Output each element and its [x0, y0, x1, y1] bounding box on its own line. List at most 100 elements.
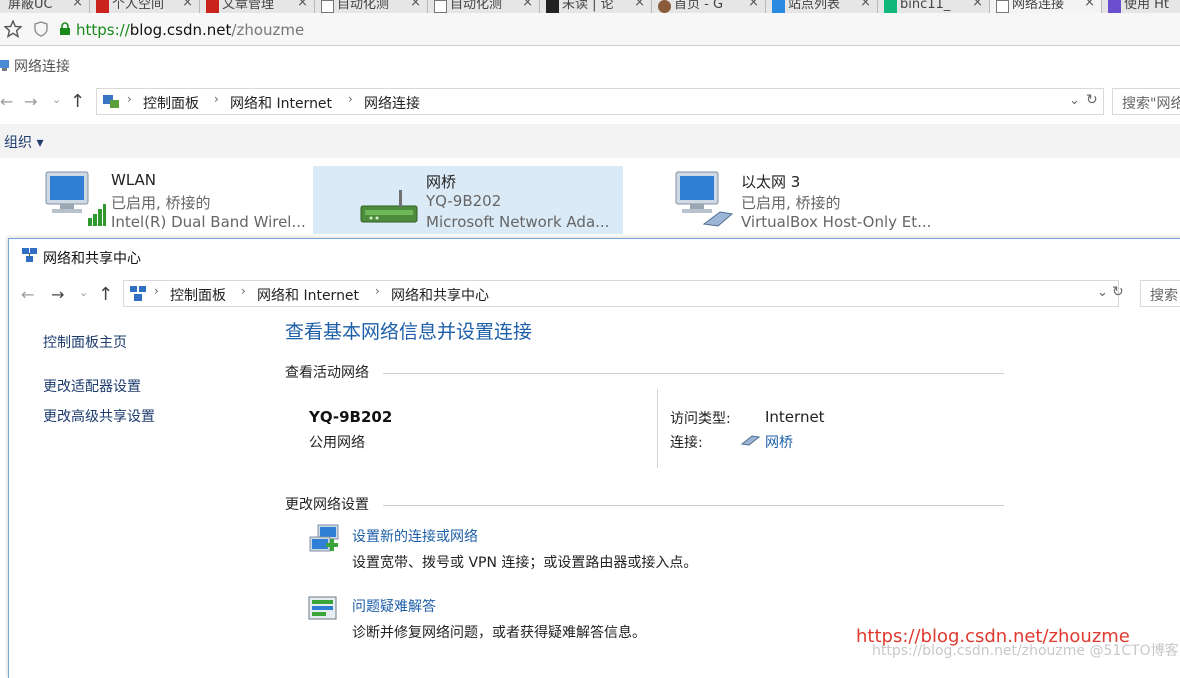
adapter-status: 已启用, 桥接的	[741, 194, 841, 212]
tab-close-icon[interactable]: ×	[860, 0, 871, 9]
sidebar-link-sharing-settings[interactable]: 更改高级共享设置	[43, 406, 155, 426]
adapter-item-bridge[interactable]: 网桥 YQ-9B202 Microsoft Network Ada...	[313, 166, 623, 234]
browser-tab[interactable]: 首页 - G ×	[652, 0, 766, 13]
tab-label: 未读 | 论	[562, 0, 614, 12]
breadcrumb-item[interactable]: 控制面板	[170, 285, 226, 305]
troubleshoot-link[interactable]: 问题疑难解答	[352, 596, 436, 616]
up-icon[interactable]: ↑	[70, 91, 85, 112]
tab-close-icon[interactable]: ×	[297, 0, 308, 9]
connection-bridge-link[interactable]: 网桥	[765, 432, 793, 452]
chevron-down-icon[interactable]: ⌄	[1069, 93, 1080, 108]
browser-tab[interactable]: binc11_ ×	[878, 0, 990, 13]
section-divider	[383, 373, 1004, 374]
network-folder-icon	[0, 60, 9, 71]
lock-icon	[60, 22, 70, 35]
network-type-link[interactable]: 公用网络	[309, 432, 365, 452]
sidebar-link-control-panel-home[interactable]: 控制面板主页	[43, 332, 127, 352]
organize-button[interactable]: 组织 ▾	[4, 132, 43, 152]
breadcrumb-separator[interactable]: ›	[348, 92, 353, 106]
kotlin-icon	[1108, 0, 1121, 13]
back-icon[interactable]: ←	[21, 285, 34, 304]
refresh-icon[interactable]: ↻	[1086, 92, 1098, 108]
tab-label: 自动化测	[450, 0, 503, 12]
recent-dropdown-icon[interactable]: ⌄	[79, 286, 88, 299]
access-type-label: 访问类型:	[670, 411, 731, 427]
chevron-down-icon[interactable]: ⌄	[1097, 285, 1108, 300]
adapter-name: 网桥	[426, 173, 457, 191]
breadcrumb-item[interactable]: 控制面板	[143, 93, 199, 113]
up-icon[interactable]: ↑	[98, 284, 113, 305]
page-icon	[996, 0, 1009, 13]
control-panel-icon	[130, 286, 146, 301]
tab-label: 网络连接	[1012, 0, 1065, 12]
breadcrumb[interactable]: › 控制面板 › 网络和 Internet › 网络连接 ⌄ ↻	[96, 88, 1104, 115]
setup-connection-link[interactable]: 设置新的连接或网络	[352, 526, 478, 546]
adapter-device: Intel(R) Dual Band Wirel...	[111, 213, 306, 231]
browser-tab-active[interactable]: 网络连接 ×	[990, 0, 1102, 13]
tab-close-icon[interactable]: ×	[182, 0, 193, 9]
forward-icon[interactable]: →	[24, 92, 37, 111]
shield-icon[interactable]	[34, 21, 48, 37]
tab-close-icon[interactable]: ×	[522, 0, 533, 9]
page-icon	[321, 0, 334, 13]
search-input[interactable]: 搜索"网络	[1112, 88, 1180, 115]
breadcrumb-item[interactable]: 网络连接	[364, 93, 420, 113]
site-list-icon	[772, 0, 785, 13]
adapter-status: YQ-9B202	[426, 192, 502, 210]
tab-close-icon[interactable]: ×	[410, 0, 421, 9]
browser-tab[interactable]: 自动化测 ×	[428, 0, 540, 13]
adapter-status: 已启用, 桥接的	[111, 194, 211, 212]
ethernet-connection-icon	[740, 435, 760, 446]
tab-close-icon[interactable]: ×	[972, 0, 983, 9]
tab-close-icon[interactable]: ×	[748, 0, 759, 9]
window-title: 网络和共享中心	[43, 251, 141, 267]
url-input[interactable]: https://blog.csdn.net/zhouzme	[76, 21, 304, 39]
browser-tab[interactable]: 使用 Ht	[1102, 0, 1180, 13]
sidebar-link-adapter-settings[interactable]: 更改适配器设置	[43, 376, 141, 396]
tab-label: 站点列表	[788, 0, 841, 12]
browser-tab[interactable]: 文章管理 ×	[200, 0, 315, 13]
browser-tab[interactable]: 个人空间 ×	[90, 0, 200, 13]
gitee-icon	[658, 0, 671, 13]
refresh-icon[interactable]: ↻	[1112, 284, 1124, 300]
wireless-adapter-icon	[45, 171, 106, 226]
url-scheme: https://	[76, 21, 130, 39]
breadcrumb-separator[interactable]: ›	[241, 284, 246, 298]
back-icon[interactable]: ←	[0, 92, 13, 111]
browser-tab[interactable]: 屏蔽UC ×	[0, 0, 90, 13]
tab-close-icon[interactable]: ×	[1084, 0, 1095, 9]
recent-dropdown-icon[interactable]: ⌄	[52, 93, 61, 106]
browser-tab[interactable]: 站点列表 ×	[766, 0, 878, 13]
tab-label: 个人空间	[112, 0, 165, 12]
tab-close-icon[interactable]: ×	[72, 0, 83, 9]
browser-tab-strip: 屏蔽UC × 个人空间 × 文章管理 × 自动化测 × 自动化测 × 未读 | …	[0, 0, 1180, 13]
breadcrumb-item[interactable]: 网络和 Internet	[257, 285, 359, 305]
browser-tab[interactable]: 自动化测 ×	[315, 0, 428, 13]
page-icon	[434, 0, 447, 13]
breadcrumb-item[interactable]: 网络和 Internet	[230, 93, 332, 113]
star-icon[interactable]	[4, 20, 22, 38]
csdn-icon	[206, 0, 219, 13]
tab-label: 屏蔽UC	[8, 0, 53, 12]
change-settings-heading: 更改网络设置	[285, 497, 369, 513]
window-title: 网络连接	[14, 59, 70, 75]
adapter-item-ethernet-3[interactable]: 以太网 3 已启用, 桥接的 VirtualBox Host-Only Et..…	[670, 166, 940, 234]
breadcrumb-separator: ›	[127, 92, 132, 106]
tab-close-icon[interactable]: ×	[634, 0, 645, 9]
breadcrumb-separator: ›	[154, 284, 159, 298]
breadcrumb[interactable]: › 控制面板 › 网络和 Internet › 网络和共享中心 ⌄ ↻	[123, 280, 1124, 307]
sharing-center-window: 网络和共享中心 ← → ⌄ ↑ › 控制面板 › 网络和 Internet › …	[8, 238, 1180, 678]
network-bridge-icon	[360, 190, 418, 223]
adapter-device: VirtualBox Host-Only Et...	[741, 213, 932, 231]
segmentfault-icon	[884, 0, 897, 13]
breadcrumb-item[interactable]: 网络和共享中心	[391, 285, 489, 305]
search-input[interactable]: 搜索	[1140, 280, 1180, 307]
address-bar: https://blog.csdn.net/zhouzme	[0, 13, 1180, 46]
access-type-value: Internet	[765, 408, 825, 426]
tab-label: 文章管理	[222, 0, 275, 12]
adapter-item-wlan[interactable]: WLAN 已启用, 桥接的 Intel(R) Dual Band Wirel..…	[40, 166, 310, 234]
breadcrumb-separator[interactable]: ›	[214, 92, 219, 106]
browser-tab[interactable]: 未读 | 论 ×	[540, 0, 652, 13]
breadcrumb-separator[interactable]: ›	[375, 284, 380, 298]
forward-icon[interactable]: →	[51, 285, 64, 304]
